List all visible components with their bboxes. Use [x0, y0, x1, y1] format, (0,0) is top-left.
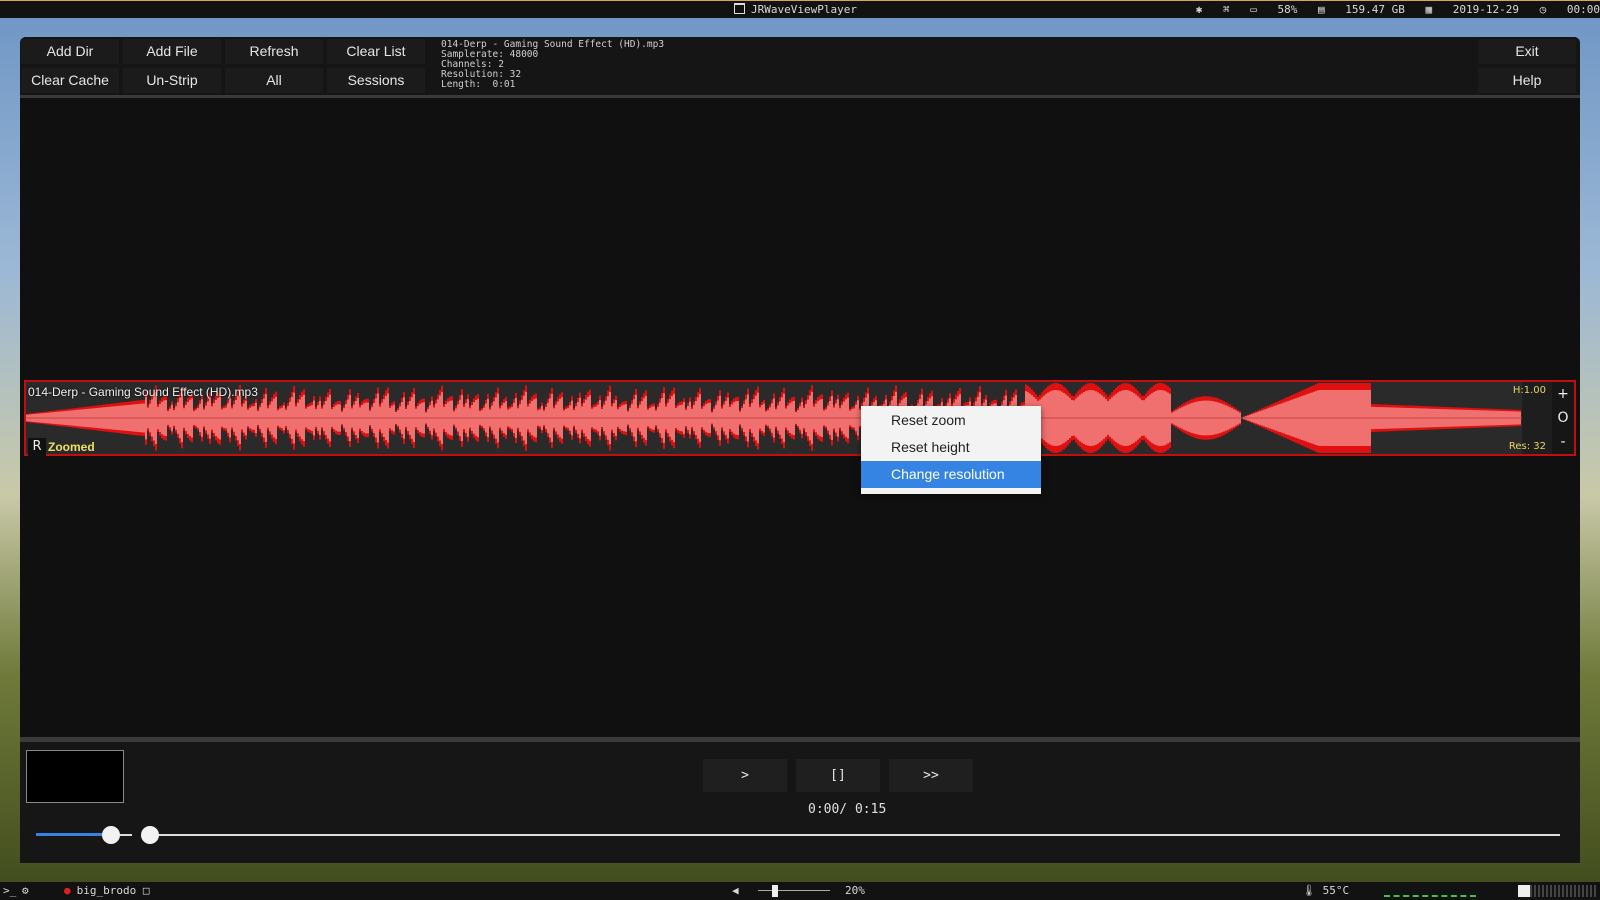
- add-file-button[interactable]: Add File: [123, 39, 221, 64]
- file-info: 014-Derp - Gaming Sound Effect (HD).mp3 S…: [441, 40, 664, 90]
- seek-knob[interactable]: [141, 826, 159, 844]
- help-button[interactable]: Help: [1478, 68, 1576, 93]
- menu-item-reset-height[interactable]: Reset height: [861, 434, 1041, 461]
- seek-track: [150, 834, 1560, 836]
- date-indicator: ▦ 2019-12-29: [1425, 3, 1519, 16]
- volume-knob[interactable]: [101, 826, 120, 844]
- seek-slider[interactable]: [141, 826, 1560, 844]
- system-volume-bar[interactable]: [758, 890, 830, 891]
- window-title: JRWaveViewPlayer: [734, 3, 857, 16]
- bluetooth-icon: ✱: [1195, 3, 1203, 16]
- system-bottom-bar: >_ ⚙ ● big_brodo □ ◀ 20% 🌡 55°C: [0, 882, 1600, 900]
- all-button[interactable]: All: [225, 68, 323, 93]
- system-top-bar: JRWaveViewPlayer ✱ ⌘ ▭ 58% ▤ 159.47 GB ▦…: [0, 0, 1600, 18]
- file-info-length: Length: 0:01: [441, 79, 516, 90]
- wifi-icon: ⌘: [1223, 3, 1230, 16]
- menu-item-change-resolution[interactable]: Change resolution: [861, 461, 1041, 488]
- zoom-out-button[interactable]: -: [1552, 430, 1574, 454]
- track-name: 014-Derp - Gaming Sound Effect (HD).mp3: [28, 385, 258, 399]
- un-strip-button[interactable]: Un-Strip: [123, 68, 221, 93]
- sessions-button[interactable]: Sessions: [327, 68, 425, 93]
- app-window: Add Dir Add File Refresh Clear List Clea…: [20, 37, 1580, 863]
- speaker-icon[interactable]: ◀: [732, 884, 739, 897]
- zoom-reset-button[interactable]: O: [1552, 406, 1574, 430]
- zoomed-label: Zoomed: [48, 440, 95, 454]
- system-stats: ✱ ⌘ ▭ 58% ▤ 159.47 GB ▦ 2019-12-29 ◷ 00:…: [1182, 3, 1600, 16]
- next-button[interactable]: >>: [889, 759, 973, 792]
- menu-item-reset-zoom[interactable]: Reset zoom: [861, 407, 1041, 434]
- clear-list-button[interactable]: Clear List: [327, 39, 425, 64]
- time-display: 0:00/ 0:15: [808, 802, 887, 817]
- height-label: H:1.00: [1512, 385, 1546, 396]
- video-preview: [26, 750, 124, 803]
- settings-icon[interactable]: ⚙: [22, 884, 29, 897]
- window-icon: [734, 3, 745, 14]
- add-dir-button[interactable]: Add Dir: [21, 39, 119, 64]
- disk-indicator: ▤ 159.47 GB: [1318, 3, 1405, 16]
- clear-cache-button[interactable]: Clear Cache: [21, 68, 119, 93]
- memory-bar: [1518, 885, 1598, 897]
- volume-slider[interactable]: [36, 826, 132, 844]
- clock-indicator: ◷ 00:00: [1539, 3, 1600, 16]
- stop-button[interactable]: []: [796, 759, 880, 792]
- toolbar: Add Dir Add File Refresh Clear List Clea…: [20, 37, 1580, 98]
- r-button[interactable]: R: [28, 438, 46, 456]
- terminal-icon[interactable]: >_: [3, 884, 16, 897]
- play-button[interactable]: >: [703, 759, 787, 792]
- waveform-track[interactable]: 014-Derp - Gaming Sound Effect (HD).mp3 …: [24, 380, 1576, 456]
- cpu-graph: [1384, 892, 1476, 897]
- zoom-controls: + O -: [1552, 382, 1574, 454]
- refresh-button[interactable]: Refresh: [225, 39, 323, 64]
- volume-percent: 20%: [845, 884, 865, 897]
- temperature-indicator: 🌡 55°C: [1302, 884, 1350, 897]
- exit-button[interactable]: Exit: [1478, 39, 1576, 64]
- thermometer-icon: 🌡: [1302, 884, 1316, 897]
- memory-fill: [1518, 885, 1530, 897]
- record-dot-icon: ●: [64, 884, 71, 897]
- battery-indicator: ▭ 58%: [1250, 3, 1298, 16]
- resolution-label: Res: 32: [1508, 441, 1546, 452]
- chat-icon: □: [142, 884, 150, 897]
- system-volume-knob[interactable]: [772, 885, 779, 897]
- context-menu: Reset zoom Reset height Change resolutio…: [861, 406, 1041, 494]
- player-panel: > [] >> 0:00/ 0:15: [20, 737, 1580, 863]
- volume-fill: [36, 833, 111, 836]
- user-indicator: ● big_brodo □: [64, 884, 150, 897]
- zoom-in-button[interactable]: +: [1552, 382, 1574, 406]
